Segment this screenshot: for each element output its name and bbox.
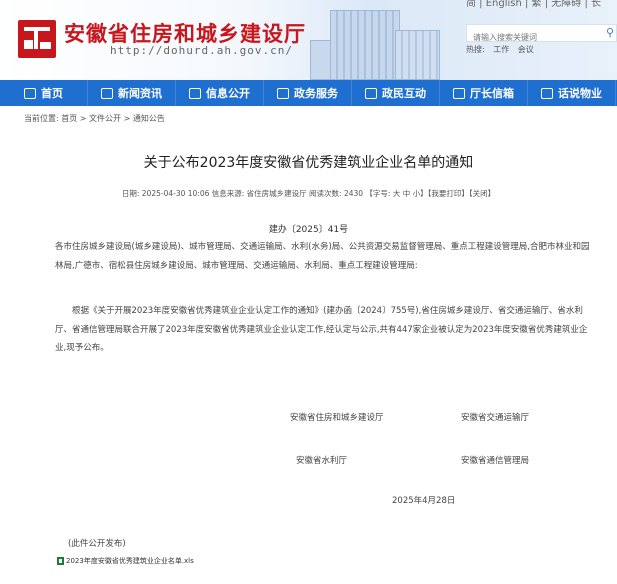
signature-water-dept: 安徽省水利厅 bbox=[296, 456, 348, 466]
recipients-paragraph: 各市住房城乡建设局(城乡建设局)、城市管理局、交通运输局、水利(水务)局、公共资… bbox=[55, 242, 590, 271]
attachment-link[interactable]: 2023年度安徽省优秀建筑业企业名单.xls bbox=[57, 556, 194, 566]
search-icon[interactable]: ⚲ bbox=[606, 26, 614, 39]
info-icon bbox=[189, 87, 201, 99]
issue-date: 2025年4月28日 bbox=[392, 496, 456, 506]
header-banner-image bbox=[300, 0, 460, 80]
mailbox-icon bbox=[453, 87, 465, 99]
interaction-icon bbox=[365, 87, 377, 99]
hot-search-item[interactable]: 会议 bbox=[518, 45, 534, 54]
nav-label: 首页 bbox=[41, 87, 63, 100]
hot-search-item[interactable]: 工作 bbox=[493, 45, 509, 54]
nav-label: 新闻资讯 bbox=[118, 87, 162, 100]
nav-item-interaction[interactable]: 政民互动 bbox=[352, 80, 440, 106]
hot-search: 热搜: 工作 会议 bbox=[466, 44, 540, 55]
signature-housing-dept: 安徽省住房和城乡建设厅 bbox=[290, 413, 384, 423]
nav-item-service[interactable]: 政务服务 bbox=[264, 80, 352, 106]
attachment-name[interactable]: 2023年度安徽省优秀建筑业企业名单.xls bbox=[66, 556, 194, 566]
nav-item-news[interactable]: 新闻资讯 bbox=[88, 80, 176, 106]
article-title: 关于公布2023年度安徽省优秀建筑业企业名单的通知 bbox=[143, 155, 474, 171]
top-links[interactable]: 简 | English | 繁 | 无障碍 | 长 bbox=[466, 0, 601, 9]
nav-item-home[interactable]: 首页 bbox=[0, 80, 88, 106]
publication-note: (此件公开发布) bbox=[68, 539, 126, 549]
signature-transport-dept: 安徽省交通运输厅 bbox=[461, 413, 530, 423]
chat-icon bbox=[541, 87, 553, 99]
site-logo-icon[interactable] bbox=[18, 20, 56, 58]
main-nav: 首页 新闻资讯 信息公开 政务服务 政民互动 厅长信箱 话说物业 bbox=[0, 80, 617, 106]
home-icon bbox=[24, 87, 36, 99]
signature-telecom-dept: 安徽省通信管理局 bbox=[461, 456, 530, 466]
body-paragraph: 根据《关于开展2023年度安徽省优秀建筑业企业认定工作的通知》(建办函〔2024… bbox=[55, 306, 588, 353]
nav-item-info[interactable]: 信息公开 bbox=[176, 80, 264, 106]
site-header: 安徽省住房和城乡建设厅 http://dohurd.ah.gov.cn/ 简 |… bbox=[0, 0, 617, 80]
service-icon bbox=[277, 87, 289, 99]
nav-label: 信息公开 bbox=[206, 87, 250, 100]
site-url: http://dohurd.ah.gov.cn/ bbox=[110, 44, 293, 57]
document-number: 建办〔2025〕41号 bbox=[268, 225, 349, 235]
news-icon bbox=[101, 87, 113, 99]
nav-item-mailbox[interactable]: 厅长信箱 bbox=[440, 80, 528, 106]
nav-label: 话说物业 bbox=[558, 87, 602, 100]
search-box: ⚲ bbox=[466, 24, 617, 46]
breadcrumb[interactable]: 当前位置: 首页 > 文件公开 > 通知公告 bbox=[24, 113, 165, 124]
nav-label: 政务服务 bbox=[294, 87, 338, 100]
article-meta: 日期: 2025-04-30 10:06 信息来源: 省住房城乡建设厅 阅读次数… bbox=[121, 189, 496, 198]
hot-search-label: 热搜: bbox=[466, 45, 485, 54]
nav-label: 政民互动 bbox=[382, 87, 426, 100]
nav-item-property[interactable]: 话说物业 bbox=[528, 80, 616, 106]
xls-file-icon bbox=[57, 557, 64, 565]
nav-label: 厅长信箱 bbox=[470, 87, 514, 100]
